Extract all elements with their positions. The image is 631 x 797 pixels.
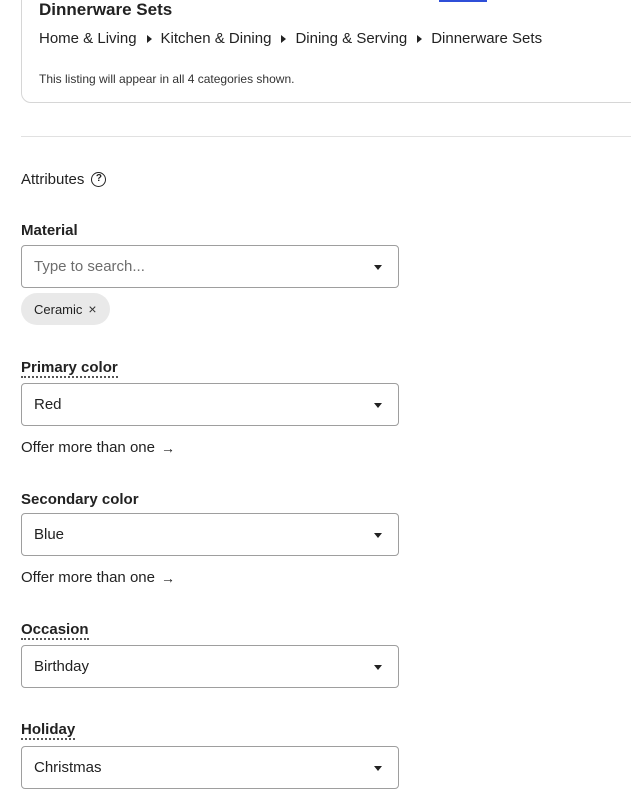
material-label: Material bbox=[21, 222, 78, 239]
chevron-down-icon bbox=[374, 665, 382, 670]
breadcrumb-item: Dinnerware Sets bbox=[431, 30, 543, 47]
active-tab-indicator bbox=[439, 0, 487, 2]
breadcrumb-arrow-icon bbox=[281, 34, 287, 43]
arrow-right-icon: → bbox=[160, 569, 175, 586]
category-title: Dinnerware Sets bbox=[39, 0, 173, 19]
help-icon[interactable]: ? bbox=[91, 172, 107, 187]
material-search-input[interactable]: Type to search... bbox=[34, 258, 145, 275]
occasion-select[interactable]: Birthday bbox=[21, 645, 399, 688]
secondary-color-value: Blue bbox=[34, 526, 65, 543]
breadcrumb-arrow-icon bbox=[417, 34, 423, 43]
primary-color-select[interactable]: Red bbox=[21, 383, 399, 426]
material-search-select[interactable]: Type to search... bbox=[21, 245, 399, 288]
breadcrumb-arrow-icon bbox=[146, 34, 152, 43]
category-note: This listing will appear in all 4 catego… bbox=[39, 72, 295, 86]
primary-color-label[interactable]: Primary color bbox=[21, 360, 118, 378]
breadcrumb-item: Kitchen & Dining bbox=[160, 30, 272, 47]
material-chip-ceramic: Ceramic × bbox=[21, 293, 110, 325]
attributes-title: Attributes bbox=[21, 171, 85, 188]
breadcrumb: Home & Living Kitchen & Dining Dining & … bbox=[39, 30, 542, 47]
primary-color-value: Red bbox=[34, 396, 62, 413]
secondary-color-select[interactable]: Blue bbox=[21, 513, 399, 556]
chevron-down-icon bbox=[374, 265, 382, 270]
offer-more-label: Offer more than one bbox=[21, 569, 155, 586]
secondary-color-label: Secondary color bbox=[21, 491, 139, 508]
close-icon[interactable]: × bbox=[88, 302, 96, 316]
primary-color-offer-more-link[interactable]: Offer more than one → bbox=[21, 439, 175, 456]
chip-label: Ceramic bbox=[34, 301, 83, 317]
chevron-down-icon bbox=[374, 403, 382, 408]
occasion-label[interactable]: Occasion bbox=[21, 622, 89, 640]
holiday-select[interactable]: Christmas bbox=[21, 746, 399, 789]
chevron-down-icon bbox=[374, 533, 382, 538]
offer-more-label: Offer more than one bbox=[21, 439, 155, 456]
occasion-value: Birthday bbox=[34, 658, 90, 675]
holiday-value: Christmas bbox=[34, 759, 102, 776]
chevron-down-icon bbox=[374, 766, 382, 771]
breadcrumb-item: Home & Living bbox=[39, 30, 137, 47]
attributes-heading: Attributes ? bbox=[21, 171, 107, 188]
secondary-color-offer-more-link[interactable]: Offer more than one → bbox=[21, 569, 175, 586]
section-divider bbox=[21, 136, 631, 137]
arrow-right-icon: → bbox=[160, 439, 175, 456]
holiday-label[interactable]: Holiday bbox=[21, 722, 76, 740]
breadcrumb-item: Dining & Serving bbox=[295, 30, 408, 47]
